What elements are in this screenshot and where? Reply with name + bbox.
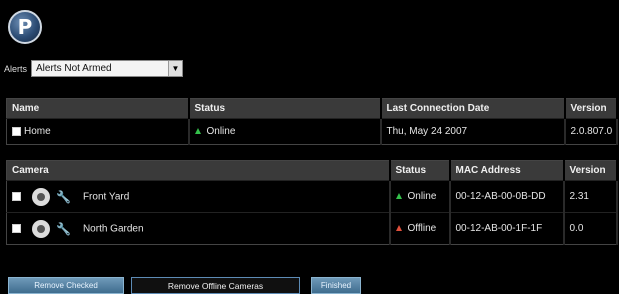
col-header-last-connection[interactable]: Last Connection Date [380, 98, 566, 119]
camera-checkbox[interactable] [12, 192, 21, 201]
site-version: 2.0.807.0 [564, 118, 618, 145]
offline-status-icon [395, 225, 402, 232]
col-header-mac[interactable]: MAC Address [449, 160, 565, 181]
col-header-camera[interactable]: Camera [6, 160, 391, 181]
camera-status-cell: Online [389, 180, 451, 213]
cameras-header-row: Camera Status MAC Address Version [6, 160, 618, 181]
site-status-cell: Online [188, 118, 382, 145]
camera-mac: 00-12-AB-00-0B-DD [449, 180, 565, 213]
site-checkbox[interactable] [12, 126, 21, 136]
camera-status-cell: Offline [389, 212, 451, 245]
cameras-table: Camera Status MAC Address Version 🔧 Front… [6, 160, 618, 245]
col-header-cam-status[interactable]: Status [389, 160, 451, 181]
camera-checkbox[interactable] [12, 224, 21, 233]
camera-version: 0.0 [563, 212, 618, 245]
app-logo: P [8, 10, 42, 44]
chevron-down-icon[interactable]: ▼ [168, 61, 183, 76]
site-status: Online [206, 126, 236, 137]
finished-button[interactable]: Finished [311, 277, 361, 294]
remove-checked-button[interactable]: Remove Checked [8, 277, 124, 294]
camera-icon [32, 187, 50, 206]
logo-letter: P [17, 15, 33, 39]
col-header-status[interactable]: Status [188, 98, 382, 119]
alerts-row: Alerts Alerts Not Armed ▼ [4, 60, 184, 77]
col-header-version[interactable]: Version [564, 98, 618, 119]
camera-status: Offline [407, 223, 437, 234]
camera-mac: 00-12-AB-00-1F-1F [449, 212, 565, 245]
alerts-dropdown-value: Alerts Not Armed [36, 63, 112, 74]
site-name[interactable]: Home [24, 126, 51, 137]
alerts-dropdown[interactable]: Alerts Not Armed ▼ [31, 60, 184, 77]
camera-icon [32, 219, 50, 238]
remove-offline-cameras-button[interactable]: Remove Offline Cameras [131, 277, 300, 294]
online-status-icon [194, 128, 201, 135]
table-row[interactable]: 🔧 Front Yard Online 00-12-AB-00-0B-DD 2.3… [6, 180, 618, 213]
camera-name-cell: 🔧 North Garden [6, 212, 391, 245]
camera-name[interactable]: North Garden [83, 223, 144, 234]
col-header-cam-version[interactable]: Version [563, 160, 618, 181]
alerts-label: Alerts [4, 63, 28, 74]
sites-table: Name Status Last Connection Date Version… [6, 98, 618, 145]
camera-name[interactable]: Front Yard [83, 191, 129, 202]
table-row[interactable]: Home Online Thu, May 24 2007 2.0.807.0 [6, 118, 618, 145]
table-row[interactable]: 🔧 North Garden Offline 00-12-AB-00-1F-1F … [6, 212, 618, 245]
online-status-icon [395, 193, 402, 200]
camera-version: 2.31 [563, 180, 618, 213]
wrench-icon: 🔧 [56, 221, 71, 236]
camera-name-cell: 🔧 Front Yard [6, 180, 391, 213]
sites-header-row: Name Status Last Connection Date Version [6, 98, 618, 119]
col-header-name[interactable]: Name [6, 98, 190, 119]
wrench-icon[interactable]: 🔧 [56, 190, 71, 204]
site-name-cell: Home [6, 118, 190, 145]
camera-status: Online [407, 191, 437, 202]
site-last-connection: Thu, May 24 2007 [380, 118, 566, 145]
